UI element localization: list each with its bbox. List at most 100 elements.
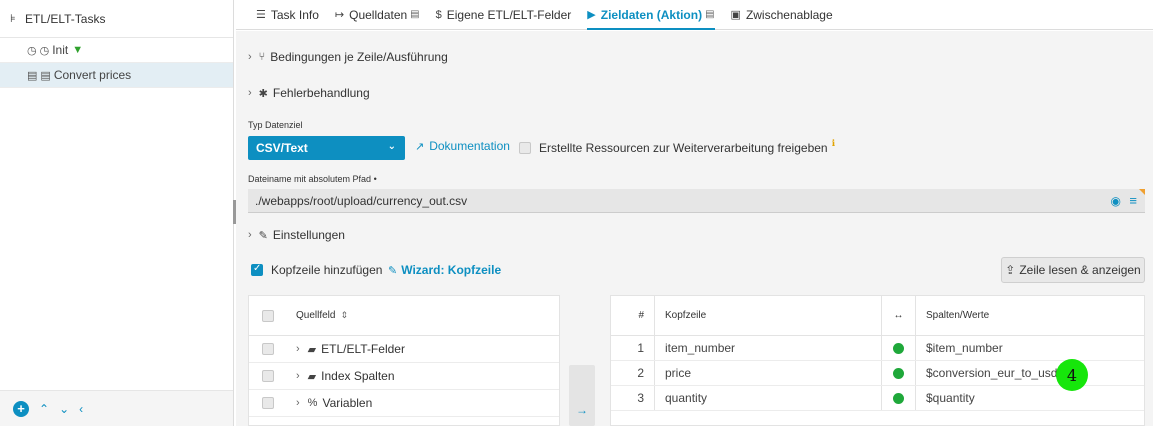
collapse-panel-button[interactable]: ‹ — [79, 402, 83, 416]
sort-icon[interactable]: ⇕ — [340, 310, 348, 321]
target-type-label: Typ Datenziel — [248, 120, 303, 130]
row-label: ETL/ELT-Felder — [321, 342, 405, 356]
status-dot-icon — [893, 392, 904, 404]
tab-quelldaten[interactable]: ↦ Quelldaten ▤ — [335, 0, 420, 29]
tasks-panel: ⊧ ETL/ELT-Tasks ◷ ◷ Init ▼ ▤ ▤ Convert p… — [0, 0, 234, 426]
row-header-cell[interactable]: item_number — [655, 336, 882, 360]
chevron-right-icon[interactable]: › — [296, 370, 300, 382]
filename-value: ./webapps/root/upload/currency_out.csv — [255, 193, 468, 208]
filename-input[interactable]: ./webapps/root/upload/currency_out.csv ◉… — [248, 189, 1145, 213]
filename-label-text: Dateiname mit absolutem Pfad — [248, 174, 372, 184]
tab-eigene-felder[interactable]: $ Eigene ETL/ELT-Felder — [436, 0, 572, 29]
row-number: 1 — [611, 336, 655, 360]
tab-zwischenablage[interactable]: ▣ Zwischenablage — [731, 0, 833, 29]
move-up-button[interactable]: ⌃ — [39, 402, 49, 416]
magic-wand-icon: ✎ — [388, 264, 398, 277]
tab-label: Eigene ETL/ELT-Felder — [446, 7, 572, 22]
chevron-down-icon: ⌄ — [387, 141, 396, 152]
tasks-panel-title: ETL/ELT-Tasks — [25, 11, 106, 26]
step-badge: 4 — [1056, 359, 1088, 391]
wrench-icon: ✎ — [258, 229, 268, 242]
add-header-checkbox[interactable]: Kopfzeile hinzufügen — [251, 263, 382, 277]
documentation-link[interactable]: ↗ Dokumentation — [415, 139, 510, 153]
tasks-panel-header: ⊧ ETL/ELT-Tasks — [0, 0, 233, 38]
source-row-etl-fields[interactable]: › ▰ ETL/ELT-Felder — [249, 336, 559, 363]
document-icon: ▤ — [705, 9, 715, 20]
percent-icon: % — [307, 397, 318, 409]
tab-label: Task Info — [270, 7, 319, 22]
row-value-cell[interactable]: $item_number — [916, 336, 1144, 360]
clipboard-icon: ▣ — [730, 9, 741, 21]
swap-icon: ↔ — [882, 296, 916, 335]
row-header-cell[interactable]: price — [655, 361, 882, 385]
wizard-header-link[interactable]: ✎ Wizard: Kopfzeile — [388, 263, 501, 277]
select-all-checkbox[interactable] — [262, 309, 274, 322]
column-header-kopfzeile: Kopfzeile — [655, 296, 882, 335]
tab-label: Zieldaten (Aktion) — [600, 7, 703, 22]
eye-icon[interactable]: ◉ — [1111, 194, 1121, 208]
row-value-cell[interactable]: $conversion_eur_to_usd — [916, 361, 1144, 385]
column-header-num: # — [611, 296, 655, 335]
list-icon: ☰ — [256, 9, 266, 21]
release-resources-checkbox[interactable]: Erstellte Ressourcen zur Weiterverarbeit… — [519, 137, 836, 155]
move-down-button[interactable]: ⌄ — [59, 402, 69, 416]
wizard-label: Wizard: Kopfzeile — [401, 263, 502, 277]
tab-bar: ☰ Task Info ↦ Quelldaten ▤ $ Eigene ETL/… — [236, 0, 1153, 30]
main-content: › ⑂ Bedingungen je Zeile/Ausführung › ✱ … — [236, 31, 1153, 426]
read-row-button[interactable]: ⇪ Zeile lesen & anzeigen — [1001, 257, 1145, 283]
section-errors[interactable]: › ✱ Fehlerbehandlung — [248, 86, 370, 100]
branch-icon: ⑂ — [258, 51, 266, 63]
section-title: Bedingungen je Zeile/Ausführung — [270, 50, 448, 64]
source-field-table: Quellfeld ⇕ › ▰ ETL/ELT-Felder › ▰ Index… — [248, 295, 560, 426]
row-header-cell[interactable]: quantity — [655, 386, 882, 410]
add-header-label: Kopfzeile hinzufügen — [271, 263, 383, 277]
external-link-icon: ↗ — [415, 140, 425, 153]
documentation-link-label: Dokumentation — [429, 139, 510, 153]
table-row[interactable]: 3 quantity $quantity — [611, 386, 1144, 411]
arrow-right-icon: → — [576, 403, 588, 417]
folder-icon: ▰ — [307, 343, 317, 356]
read-row-label: Zeile lesen & anzeigen — [1019, 263, 1141, 277]
section-title: Fehlerbehandlung — [272, 86, 370, 100]
table-row[interactable]: 1 item_number $item_number — [611, 336, 1144, 361]
document-icon: ▤ — [27, 69, 38, 82]
source-table-header: Quellfeld ⇕ — [249, 296, 559, 336]
transfer-button[interactable]: → — [569, 365, 595, 426]
chevron-right-icon: › — [248, 229, 252, 241]
checkbox[interactable] — [519, 142, 531, 154]
task-item-convert-prices[interactable]: ▤ ▤ Convert prices — [0, 63, 233, 88]
document-icon: ▤ — [40, 69, 51, 82]
row-checkbox[interactable] — [262, 370, 274, 382]
chevron-right-icon: › — [248, 87, 252, 99]
add-task-button[interactable]: + — [13, 400, 29, 417]
section-conditions[interactable]: › ⑂ Bedingungen je Zeile/Ausführung — [248, 50, 448, 64]
task-label: Init — [52, 43, 69, 57]
info-icon: ℹ — [831, 137, 836, 148]
release-resources-label: Erstellte Ressourcen zur Weiterverarbeit… — [539, 141, 828, 155]
target-type-select[interactable]: CSV/Text ⌄ — [248, 136, 405, 160]
source-row-index-columns[interactable]: › ▰ Index Spalten — [249, 363, 559, 390]
filename-label: Dateiname mit absolutem Pfad • — [248, 174, 377, 184]
dollar-icon: $ — [435, 8, 442, 21]
import-icon: ↦ — [334, 9, 345, 21]
tab-zieldaten[interactable]: ▶ Zieldaten (Aktion) ▤ — [587, 0, 715, 30]
status-dot-icon — [893, 367, 904, 379]
row-value-cell[interactable]: $quantity — [916, 386, 1144, 410]
row-checkbox[interactable] — [262, 397, 274, 409]
chevron-right-icon[interactable]: › — [296, 343, 300, 355]
task-item-init[interactable]: ◷ ◷ Init ▼ — [0, 38, 233, 63]
section-settings[interactable]: › ✎ Einstellungen — [248, 228, 345, 242]
bug-icon: ✱ — [258, 87, 268, 100]
row-checkbox[interactable] — [262, 343, 274, 355]
source-row-variables[interactable]: › % Variablen — [249, 390, 559, 417]
section-title: Einstellungen — [272, 228, 345, 242]
target-type-value: CSV/Text — [256, 141, 308, 155]
chevron-right-icon: › — [248, 51, 252, 63]
tab-task-info[interactable]: ☰ Task Info — [256, 0, 319, 29]
menu-icon[interactable]: ≡ — [1129, 193, 1137, 208]
status-dot-icon — [893, 342, 904, 354]
checkbox[interactable] — [251, 263, 263, 276]
chevron-right-icon[interactable]: › — [296, 397, 300, 409]
document-icon: ▤ — [410, 9, 420, 20]
column-header-values: Spalten/Werte — [926, 310, 990, 321]
